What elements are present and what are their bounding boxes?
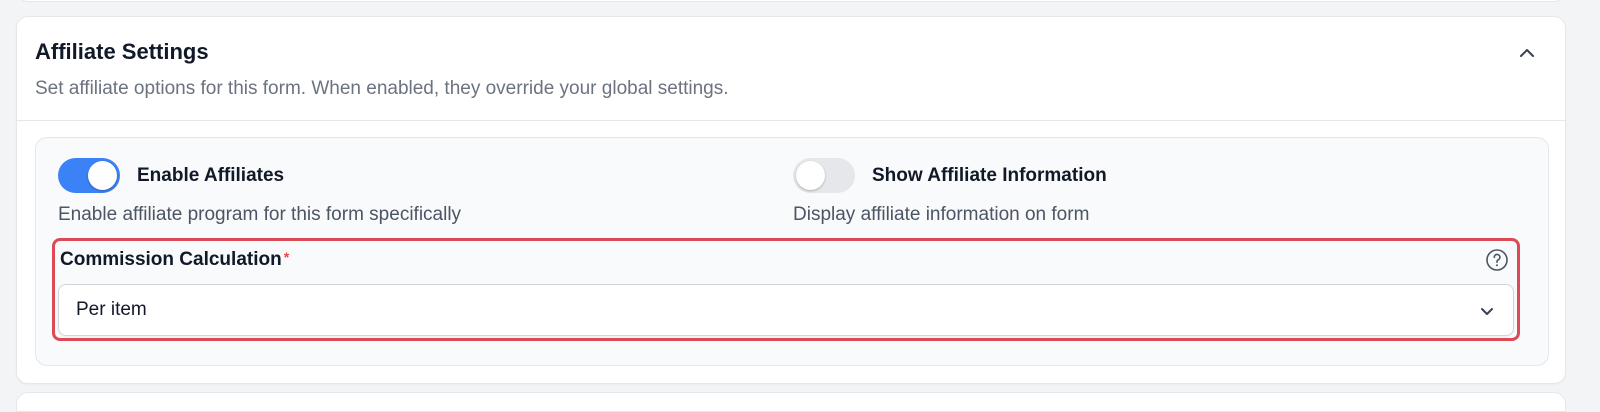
card-header: Affiliate Settings Set affiliate options…	[17, 17, 1565, 121]
enable-affiliates-group: Enable Affiliates Enable affiliate progr…	[58, 158, 461, 226]
previous-card-edge	[16, 0, 1566, 2]
toggle-knob	[796, 161, 825, 190]
show-affiliate-info-label: Show Affiliate Information	[872, 164, 1107, 186]
affiliate-settings-card: Affiliate Settings Set affiliate options…	[16, 16, 1566, 384]
chevron-up-icon	[1520, 49, 1534, 57]
select-value: Per item	[76, 299, 147, 320]
show-affiliate-info-toggle[interactable]	[793, 158, 855, 193]
show-affiliate-info-group: Show Affiliate Information Display affil…	[793, 158, 1107, 226]
next-card-edge	[16, 392, 1566, 412]
required-asterisk: *	[283, 249, 290, 265]
enable-affiliates-help: Enable affiliate program for this form s…	[58, 204, 462, 225]
chevron-down-icon	[1481, 308, 1493, 315]
enable-affiliates-toggle[interactable]	[58, 158, 120, 193]
question-circle-icon[interactable]	[1485, 248, 1509, 272]
enable-affiliates-label: Enable Affiliates	[137, 164, 285, 186]
commission-calculation-label: Commission Calculation *	[60, 249, 289, 271]
section-title: Affiliate Settings	[35, 39, 209, 64]
show-affiliate-info-help: Display affiliate information on form	[793, 204, 1090, 225]
commission-calculation-select[interactable]: Per item	[58, 284, 1514, 336]
commission-label-text: Commission Calculation	[60, 249, 282, 270]
section-description: Set affiliate options for this form. Whe…	[35, 78, 729, 99]
affiliate-options-panel: Enable Affiliates Enable affiliate progr…	[35, 137, 1549, 366]
collapse-button[interactable]	[1515, 41, 1539, 65]
commission-calculation-field: Commission Calculation * Per item	[52, 238, 1520, 341]
toggle-knob	[88, 161, 117, 190]
